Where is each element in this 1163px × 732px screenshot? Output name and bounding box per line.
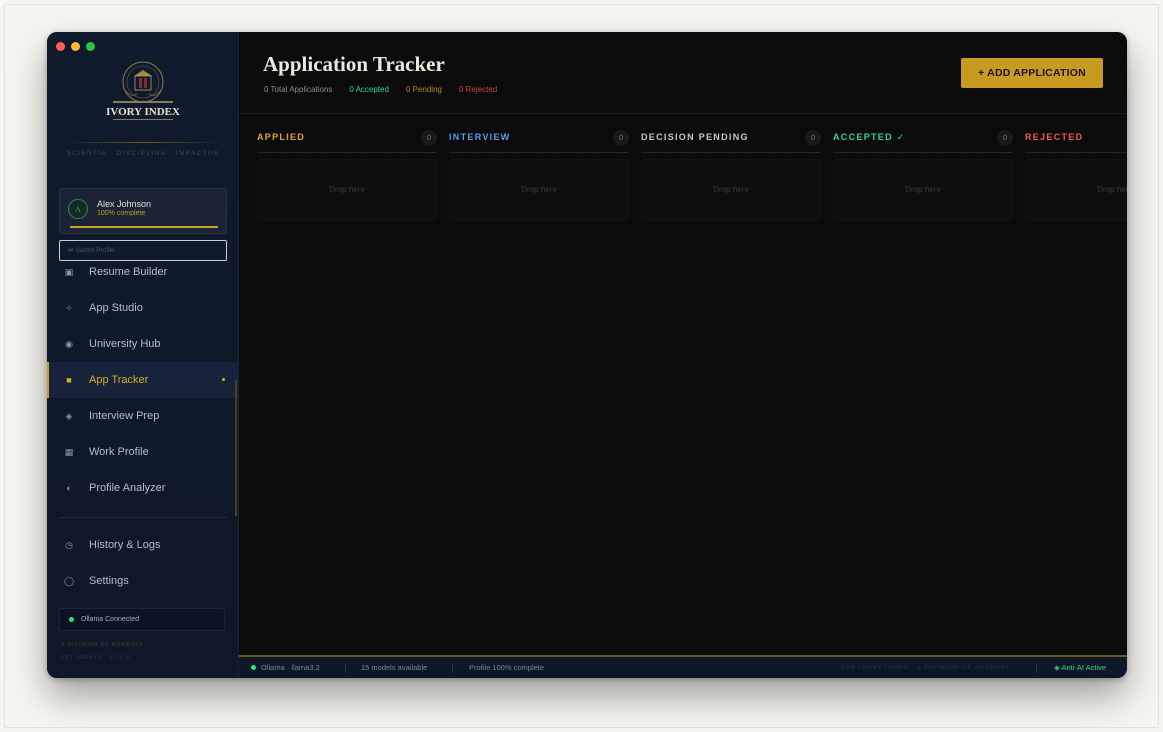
nav-item-label: Profile Analyzer xyxy=(89,482,166,494)
column-divider xyxy=(449,152,629,153)
nav-item-university-hub[interactable]: ◉ University Hub xyxy=(47,326,239,362)
status-dot-icon xyxy=(69,617,74,622)
nav-item-label: Work Profile xyxy=(89,446,149,458)
nav-item-label: Interview Prep xyxy=(89,410,160,422)
logo-text: IVORY INDEX xyxy=(106,106,180,118)
column-title: INTERVIEW xyxy=(449,132,511,142)
footer-models-available: 15 models available xyxy=(361,663,428,672)
nav-item-label: Settings xyxy=(89,575,129,587)
app-window: IVORY INDEX SCIENTIA · DISCIPLINA · IMPA… xyxy=(47,32,1127,678)
dropzone-rejected[interactable]: Drop here xyxy=(1025,159,1127,221)
globe-icon: ◉ xyxy=(65,338,73,349)
sidebar: IVORY INDEX SCIENTIA · DISCIPLINA · IMPA… xyxy=(47,32,239,678)
footer-model: Ollama · llama3.2 xyxy=(261,663,320,672)
column-divider xyxy=(641,152,821,153)
footer-separator xyxy=(1036,663,1037,673)
column-divider xyxy=(1025,152,1127,153)
nav-item-label: University Hub xyxy=(89,338,161,350)
stat-rejected: 0 Rejected xyxy=(458,85,498,94)
nav-item-settings[interactable]: ◯ Settings xyxy=(47,563,239,599)
division-label: A DIVISION OF ADAROSE xyxy=(61,642,145,648)
footer-profile: Profile 100% complete xyxy=(469,663,545,672)
stat-accepted: 0 Accepted xyxy=(349,85,389,94)
nav-item-app-tracker[interactable]: ■ App Tracker xyxy=(47,362,239,398)
logo-divider xyxy=(63,142,223,143)
tracker-icon: ■ xyxy=(66,375,72,385)
profile-progress-bar xyxy=(70,226,218,228)
connection-status: Ollama Connected xyxy=(59,608,225,631)
add-application-button[interactable]: + ADD APPLICATION xyxy=(961,58,1103,88)
footer-brand: THE IVORY INDEX · A DIVISION OF ADAROSE xyxy=(841,664,1011,671)
column-title: REJECTED xyxy=(1025,132,1084,142)
dropzone-interview[interactable]: Drop here xyxy=(449,159,629,221)
connection-status-text: Ollama Connected xyxy=(81,616,139,623)
settings-icon: ◯ xyxy=(63,575,75,586)
main-content: Application Tracker 0 Total Applications… xyxy=(239,32,1127,678)
profile-card[interactable]: A Alex Johnson 100% complete xyxy=(59,188,227,234)
column-count-badge: 0 xyxy=(805,130,821,146)
maximize-window-button[interactable] xyxy=(86,42,95,51)
nav-item-label: Resume Builder xyxy=(89,266,168,278)
close-window-button[interactable] xyxy=(56,42,65,51)
column-divider xyxy=(833,152,1013,153)
nav-item-label: App Studio xyxy=(89,302,143,314)
profile-name: Alex Johnson xyxy=(97,199,152,209)
half-circle-icon: ◐ xyxy=(66,483,72,493)
column-header: ACCEPTED ✓ 0 xyxy=(833,130,1013,146)
column-title: APPLIED xyxy=(257,132,306,142)
sparkle-icon: ✧ xyxy=(65,302,73,313)
column-count-badge: 0 xyxy=(613,130,629,146)
tagline: SCIENTIA · DISCIPLINA · IMPACTUS xyxy=(66,151,220,157)
column-header: INTERVIEW 0 xyxy=(449,130,629,146)
profile-completion: 100% complete xyxy=(97,210,146,217)
column-header: APPLIED 0 xyxy=(257,130,437,146)
column-header: DECISION PENDING 0 xyxy=(641,130,821,146)
nav-item-history-logs[interactable]: ◷ History & Logs xyxy=(47,527,239,563)
anti-ai-status: ◈ Anti-AI Active xyxy=(1054,663,1107,672)
column-divider xyxy=(257,152,437,153)
sidebar-scrollbar[interactable] xyxy=(235,380,237,516)
minimize-window-button[interactable] xyxy=(71,42,80,51)
dropzone-applied[interactable]: Drop here xyxy=(257,159,437,221)
status-bar: Ollama · llama3.2 15 models available Pr… xyxy=(239,655,1127,678)
status-dot-icon xyxy=(251,665,256,670)
nav-item-resume-builder[interactable]: ▣ Resume Builder xyxy=(47,254,239,290)
stat-total: 0 Total Applications xyxy=(264,85,333,94)
active-indicator-dot xyxy=(222,378,225,381)
stat-pending: 0 Pending xyxy=(405,85,442,94)
dropzone-decision-pending[interactable]: Drop here xyxy=(641,159,821,221)
secondary-nav: ◷ History & Logs ◯ Settings xyxy=(47,527,239,599)
application-stats: 0 Total Applications 0 Accepted 0 Pendin… xyxy=(264,85,514,94)
column-title: DECISION PENDING xyxy=(641,132,749,142)
footer-separator xyxy=(345,663,346,673)
nav-item-label: History & Logs xyxy=(89,539,161,551)
footer-separator xyxy=(452,663,453,673)
nav-item-label: App Tracker xyxy=(89,374,149,386)
version-label: EST. MMXXV · V1.0.0 xyxy=(61,655,131,661)
dropzone-accepted[interactable]: Drop here xyxy=(833,159,1013,221)
window-controls xyxy=(56,42,95,51)
diamond-icon: ◈ xyxy=(65,410,73,421)
briefcase-icon: ▦ xyxy=(64,446,74,457)
clock-icon: ◷ xyxy=(65,539,73,550)
nav-item-profile-analyzer[interactable]: ◐ Profile Analyzer xyxy=(47,470,239,506)
column-header: REJECTED 0 xyxy=(1025,132,1127,146)
nav-item-work-profile[interactable]: ▦ Work Profile xyxy=(47,434,239,470)
column-count-badge: 0 xyxy=(421,130,437,146)
kanban-board: APPLIED 0 Drop here INTERVIEW 0 Drop her… xyxy=(239,115,1127,655)
page-title: Application Tracker xyxy=(263,52,445,76)
main-nav: ▣ Resume Builder ✧ App Studio ◉ Universi… xyxy=(47,254,239,506)
page-header: Application Tracker 0 Total Applications… xyxy=(239,32,1127,114)
nav-divider xyxy=(59,517,227,518)
column-title: ACCEPTED ✓ xyxy=(833,132,906,142)
avatar: A xyxy=(68,199,88,219)
nav-item-app-studio[interactable]: ✧ App Studio xyxy=(47,290,239,326)
nav-item-interview-prep[interactable]: ◈ Interview Prep xyxy=(47,398,239,434)
ivory-index-logo: IVORY INDEX xyxy=(106,61,180,120)
column-count-badge: 0 xyxy=(997,130,1013,146)
document-icon: ▣ xyxy=(64,266,74,277)
profile-progress-fill xyxy=(70,226,218,228)
